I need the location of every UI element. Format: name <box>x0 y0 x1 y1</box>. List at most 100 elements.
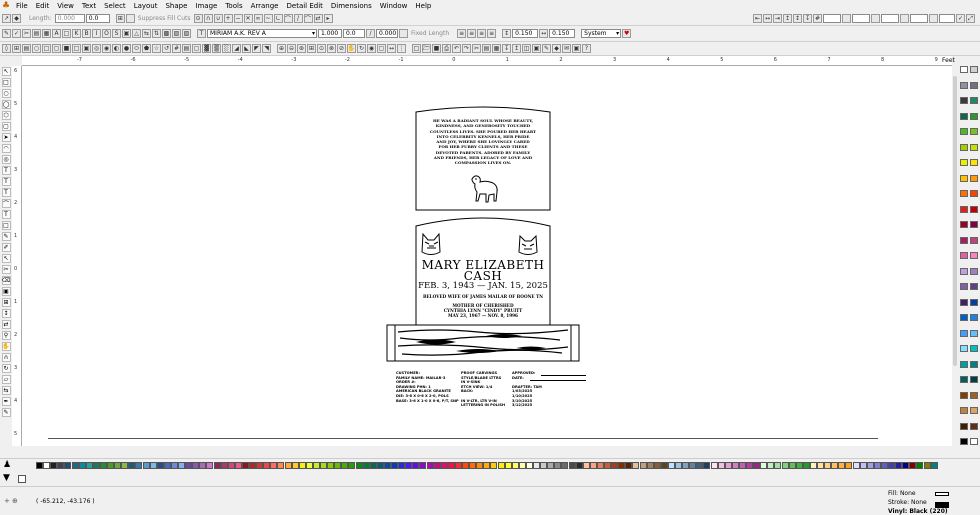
palette-swatch[interactable] <box>646 462 654 469</box>
palette-swatch[interactable] <box>760 462 768 469</box>
scroll-thumb[interactable] <box>953 76 957 366</box>
copy-style-icon[interactable]: ▤ <box>32 29 41 38</box>
break-icon[interactable]: ✕ <box>243 14 253 23</box>
pan-tool-icon[interactable]: ✋ <box>1 342 11 351</box>
zoom-all-icon[interactable]: ⊘ <box>337 44 346 53</box>
palette-swatch[interactable] <box>888 462 895 469</box>
units-select[interactable]: System ▾ <box>581 29 622 38</box>
palette-swatch[interactable] <box>970 112 978 120</box>
font-select[interactable]: MIRIAM A.K. REV A ▾ <box>207 29 317 38</box>
node-tool-icon[interactable]: ↖ <box>1 254 11 263</box>
palette-swatch[interactable] <box>960 422 968 430</box>
measure-icon[interactable]: ↔ <box>387 44 396 53</box>
palette-swatch[interactable] <box>724 462 732 469</box>
palette-swatch[interactable] <box>703 462 711 469</box>
palette-swatch[interactable] <box>960 159 968 166</box>
eraser-tool-icon[interactable]: ⌫ <box>1 276 11 285</box>
palette-swatch[interactable] <box>880 462 888 469</box>
menu-window[interactable]: Window <box>376 0 412 12</box>
kern-icon[interactable]: K <box>72 29 81 38</box>
palette-swatch[interactable] <box>970 422 978 430</box>
suppress-checkbox[interactable] <box>125 14 135 23</box>
circle-icon[interactable]: ● <box>122 44 131 53</box>
palette-swatch[interactable] <box>753 462 761 469</box>
arrange-icon[interactable]: ▦ <box>42 29 51 38</box>
save-icon[interactable]: ■ <box>432 44 441 53</box>
polygon-tool-icon[interactable]: ⬡ <box>1 111 11 120</box>
palette-swatch[interactable] <box>788 462 796 469</box>
palette-swatch[interactable] <box>263 462 271 469</box>
slant-icon[interactable]: ∕ <box>366 29 375 38</box>
mirror-tool-icon[interactable]: ⇆ <box>1 386 11 395</box>
eyedropper-tool-icon[interactable]: ✒ <box>1 397 11 406</box>
palette-swatch[interactable] <box>291 462 299 469</box>
menu-view[interactable]: View <box>53 0 78 12</box>
texture-icon[interactable]: ▓ <box>202 44 211 53</box>
palette-swatch[interactable] <box>970 298 978 306</box>
palette-swatch[interactable] <box>781 462 789 469</box>
palette-swatch[interactable] <box>270 462 278 469</box>
palette-swatch[interactable] <box>348 462 356 469</box>
palette-swatch[interactable] <box>960 329 968 337</box>
palette-swatch[interactable] <box>970 159 978 166</box>
blend-icon[interactable]: ◐ <box>112 44 121 53</box>
rectangle-tool-icon[interactable]: □ <box>1 78 11 87</box>
palette-swatch[interactable] <box>114 462 122 469</box>
palette-swatch[interactable] <box>249 462 256 469</box>
palette-swatch[interactable] <box>540 462 548 469</box>
rect-icon[interactable]: □ <box>42 44 51 53</box>
palette-swatch[interactable] <box>960 360 968 368</box>
menu-dimensions[interactable]: Dimensions <box>327 0 376 12</box>
rect-round-icon[interactable]: ▢ <box>52 44 61 53</box>
grid-icon[interactable]: # <box>813 14 822 23</box>
weed-icon[interactable]: ▣ <box>82 44 91 53</box>
palette-swatch[interactable] <box>970 391 978 399</box>
h-size-field[interactable] <box>910 14 928 23</box>
menu-file[interactable]: File <box>12 0 32 12</box>
text-arc-tool-icon[interactable]: ⌒ <box>1 199 11 208</box>
palette-swatch[interactable] <box>970 252 978 259</box>
menu-layout[interactable]: Layout <box>130 0 162 12</box>
palette-swatch[interactable] <box>960 66 968 73</box>
palette-swatch[interactable] <box>802 462 810 469</box>
palette-swatch[interactable] <box>831 462 839 469</box>
shadow-icon[interactable]: S <box>112 29 121 38</box>
ok-icon[interactable]: ✓ <box>12 29 21 38</box>
fixed-length-checkbox[interactable] <box>399 29 408 38</box>
palette-swatch[interactable] <box>970 376 978 383</box>
align-top-icon[interactable]: ↥ <box>783 14 792 23</box>
palette-swatch[interactable] <box>533 462 540 469</box>
palette-swatch[interactable] <box>696 462 704 469</box>
palette-swatch[interactable] <box>970 174 978 182</box>
freehand-tool-icon[interactable]: ✐ <box>1 243 11 252</box>
help-icon[interactable]: ? <box>582 44 591 53</box>
offset-icon[interactable]: ◉ <box>102 44 111 53</box>
crop-tool-icon[interactable]: ⊞ <box>1 298 11 307</box>
palette-swatch[interactable] <box>170 462 178 469</box>
curve-icon[interactable]: ⌒ <box>283 14 293 23</box>
palette-swatch[interactable] <box>284 462 292 469</box>
combine-icon[interactable]: ▧ <box>182 29 191 38</box>
skew-tool-icon[interactable]: ▱ <box>1 375 11 384</box>
length-field[interactable]: 0.000 <box>54 14 85 23</box>
palette-swatch[interactable] <box>199 462 207 469</box>
arc-tool-icon[interactable]: ◠ <box>1 144 11 153</box>
none-swatch[interactable] <box>18 475 26 483</box>
palette-swatch[interactable] <box>462 462 469 469</box>
palette-swatch[interactable] <box>960 221 968 228</box>
palette-swatch[interactable] <box>960 174 968 182</box>
shape-tool-icon[interactable]: □ <box>1 221 11 230</box>
snap-icon[interactable]: ⊞ <box>115 14 125 23</box>
spiral-tool-icon[interactable]: ◎ <box>1 155 11 164</box>
palette-swatch[interactable] <box>970 438 978 445</box>
text-path-tool-icon[interactable]: T <box>1 188 11 197</box>
paste-icon[interactable]: ▤ <box>482 44 491 53</box>
export-icon[interactable]: ↥ <box>512 44 521 53</box>
palette-swatch[interactable] <box>653 462 661 469</box>
menu-text[interactable]: Text <box>78 0 100 12</box>
headstone-base[interactable] <box>386 324 580 362</box>
palette-swatch[interactable] <box>845 462 853 469</box>
palette-swatch[interactable] <box>99 462 107 469</box>
palette-swatch[interactable] <box>483 462 491 469</box>
grid-shape-icon[interactable]: # <box>172 44 181 53</box>
